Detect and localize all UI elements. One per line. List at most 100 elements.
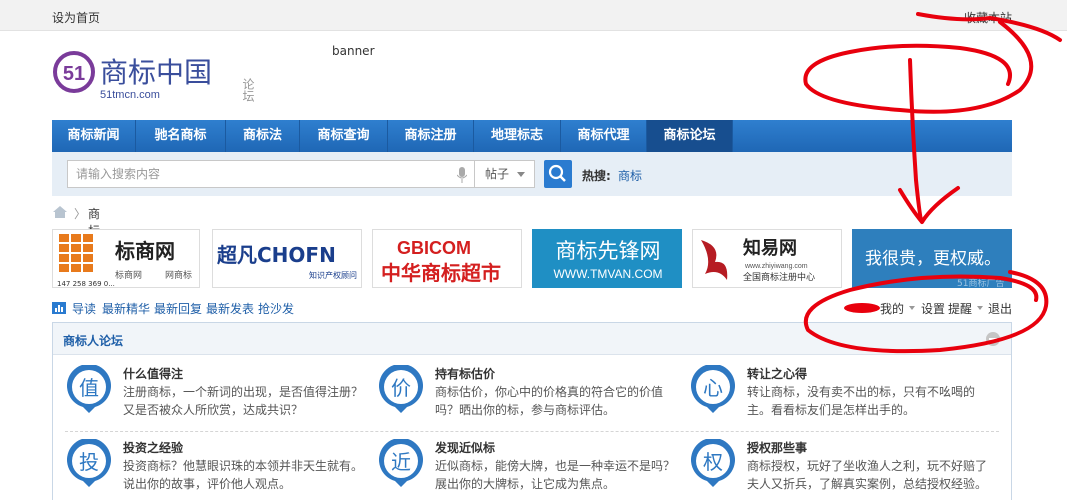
price-icon: 价: [379, 365, 423, 413]
ad-biaoshang-title: 标商网: [115, 239, 175, 263]
ad-chofn-sub: 知识产权顾问: [309, 270, 357, 280]
chevron-down-icon: [977, 306, 983, 310]
ad-chofn-title: 超凡CHOFN: [216, 243, 336, 267]
user-settings-link[interactable]: 设置: [921, 300, 945, 317]
subforum-item[interactable]: 心 转让之心得 转让商标，没有卖不出的标，只有不吆喝的主。看看标友们是怎样出手的…: [689, 365, 999, 427]
search-scope-select[interactable]: 帖子: [475, 160, 535, 188]
search-button[interactable]: [544, 160, 572, 188]
ad-zhiyi-title: 知易网: [743, 237, 797, 259]
subforum-description: 商标估价，你心中的价格真的符合它的价值吗？晒出你的标，参与商标评估。: [435, 385, 664, 417]
ad-zhiyi-sub: 全国商标注册中心: [743, 271, 815, 283]
subforum-item[interactable]: 价 持有标估价 商标估价，你心中的价格真的符合它的价值吗？晒出你的标，参与商标评…: [377, 365, 687, 427]
svg-text:投: 投: [79, 450, 99, 474]
chevron-down-icon: [517, 172, 525, 177]
logo-badge: 51: [63, 63, 85, 85]
bookmark-link[interactable]: 收藏本站: [964, 9, 1012, 26]
invest-icon: 投: [67, 439, 111, 487]
rights-icon: 权: [691, 439, 735, 487]
subforum-item[interactable]: 值 什么值得注 注册商标，一个新词的出现，是否值得注册？又是否被众人所欣赏，达成…: [65, 365, 375, 427]
banner-placeholder: banner: [332, 44, 375, 58]
logo-icon: 51 商标中国 51tmcn.com 论坛: [53, 51, 255, 102]
ad-biaoshang-phone: 147 258 369 0...: [57, 280, 115, 288]
nav-item-register[interactable]: 商标注册: [388, 120, 474, 152]
subforum-description: 近似商标，能傍大牌，也是一种幸运不是吗？展出你的大牌标，让它成为焦点。: [435, 459, 676, 491]
subforum-item[interactable]: 权 授权那些事 商标授权，玩好了坐收渔人之利，玩不好赔了夫人又折兵，了解真实案例…: [689, 439, 999, 500]
microphone-icon[interactable]: [457, 167, 467, 183]
svg-text:值: 值: [79, 376, 99, 400]
user-logout-link[interactable]: 退出: [988, 300, 1012, 317]
subforum-name[interactable]: 持有标估价: [435, 365, 495, 382]
quicklink-new[interactable]: 最新发表: [206, 300, 254, 317]
nav-item-query[interactable]: 商标查询: [300, 120, 388, 152]
ad-biaoshang-sub2: 网商标: [165, 269, 192, 281]
ad-self-promo-title: 我很贵，更权威。: [865, 249, 1001, 269]
nav-item-law[interactable]: 商标法: [226, 120, 300, 152]
ad-chofn[interactable]: 超凡CHOFN 知识产权顾问: [212, 229, 362, 288]
top-bar: 设为首页 收藏本站: [0, 0, 1067, 31]
subforum-name[interactable]: 投资之经验: [123, 439, 183, 456]
search-input[interactable]: 请输入搜索内容: [67, 160, 475, 188]
nav-item-forum[interactable]: 商标论坛: [647, 120, 733, 152]
forum-category-title[interactable]: 商标人论坛: [63, 332, 123, 349]
divider: [65, 431, 999, 432]
quicklink-digest[interactable]: 最新精华: [102, 300, 150, 317]
nav-item-news[interactable]: 商标新闻: [52, 120, 136, 152]
hot-search-link[interactable]: 商标: [618, 167, 642, 184]
redaction-blot: [844, 303, 880, 313]
set-homepage-link[interactable]: 设为首页: [52, 9, 100, 26]
ad-zhiyi[interactable]: 知易网 www.zhiyiwang.com 全国商标注册中心: [692, 229, 842, 288]
search-bar: 请输入搜索内容 帖子 热搜: 商标: [52, 152, 1012, 196]
nav-item-famous[interactable]: 驰名商标: [136, 120, 226, 152]
forum-category: 商标人论坛 值 什么值得注 注册商标，一个新词的出现，是否值得注册？又是否被众人…: [52, 322, 1012, 500]
quicklink-guide[interactable]: 导读: [72, 300, 96, 317]
value-icon: 值: [67, 365, 111, 413]
subforum-name[interactable]: 转让之心得: [747, 365, 807, 382]
logo-brand: 商标中国: [100, 56, 212, 89]
quicklink-reply[interactable]: 最新回复: [154, 300, 202, 317]
home-icon[interactable]: [52, 205, 68, 219]
ad-tmvan-title: 商标先锋网: [556, 239, 661, 263]
heart-icon: 心: [691, 365, 735, 413]
ad-gbicom-sub: 中华商标超市: [381, 261, 501, 285]
forum-category-header: 商标人论坛: [53, 323, 1011, 355]
search-scope-value: 帖子: [485, 167, 510, 181]
nav-item-agent[interactable]: 商标代理: [561, 120, 647, 152]
ad-tmvan[interactable]: 商标先锋网 WWW.TMVAN.COM: [532, 229, 682, 288]
ad-self-promo[interactable]: 我很贵，更权威。 51商标广告: [852, 229, 1012, 288]
subforum-name[interactable]: 发现近似标: [435, 439, 495, 456]
subforum-description: 转让商标，没有卖不出的标，只有不吆喝的主。看看标友们是怎样出手的。: [747, 385, 976, 417]
logo-domain: 51tmcn.com: [100, 89, 160, 101]
svg-text:权: 权: [703, 450, 723, 474]
subforum-description: 商标授权，玩好了坐收渔人之利，玩不好赔了夫人又折兵，了解真实案例，总结授权经验。: [747, 459, 988, 491]
quicklink-sofa[interactable]: 抢沙发: [258, 300, 294, 317]
ad-self-promo-sub: 51商标广告: [957, 277, 1004, 288]
site-logo[interactable]: 51 商标中国 51tmcn.com 论坛: [52, 50, 272, 106]
logo-side: 论坛: [241, 78, 255, 102]
ad-tmvan-sub: WWW.TMVAN.COM: [553, 267, 662, 281]
user-mine-link[interactable]: 我的: [880, 300, 904, 317]
nav-item-geo[interactable]: 地理标志: [474, 120, 561, 152]
chevron-down-icon: [909, 306, 915, 310]
subforum-name[interactable]: 授权那些事: [747, 439, 807, 456]
subforum-item[interactable]: 投 投资之经验 投资商标？他慧眼识珠的本领并非天生就有。说出你的故事，评价他人观…: [65, 439, 375, 500]
svg-text:价: 价: [391, 376, 411, 400]
svg-text:近: 近: [391, 450, 411, 474]
search-icon: [548, 164, 566, 182]
hot-search-label: 热搜:: [582, 169, 611, 183]
subforum-description: 注册商标，一个新词的出现，是否值得注册？又是否被众人所欣赏，达成共识？: [123, 385, 364, 417]
bar-chart-icon: [52, 302, 66, 314]
ad-gbicom-title: GBICOM: [397, 238, 471, 258]
breadcrumb-separator: 〉: [74, 207, 87, 221]
similar-icon: 近: [379, 439, 423, 487]
user-remind-link[interactable]: 提醒: [948, 300, 972, 317]
collapse-icon[interactable]: [986, 332, 1000, 346]
ad-biaoshang[interactable]: 标商网 标商网 网商标 147 258 369 0...: [52, 229, 200, 288]
ad-biaoshang-sub1: 标商网: [115, 269, 142, 281]
svg-text:心: 心: [703, 376, 723, 400]
subforum-description: 投资商标？他慧眼识珠的本领并非天生就有。说出你的故事，评价他人观点。: [123, 459, 364, 491]
main-nav: 商标新闻 驰名商标 商标法 商标查询 商标注册 地理标志 商标代理 商标论坛: [52, 120, 1012, 152]
subforum-item[interactable]: 近 发现近似标 近似商标，能傍大牌，也是一种幸运不是吗？展出你的大牌标，让它成为…: [377, 439, 687, 500]
ad-zhiyi-url: www.zhiyiwang.com: [744, 263, 808, 270]
ad-gbicom[interactable]: GBICOM 中华商标超市: [372, 229, 522, 288]
subforum-name[interactable]: 什么值得注: [123, 365, 183, 382]
